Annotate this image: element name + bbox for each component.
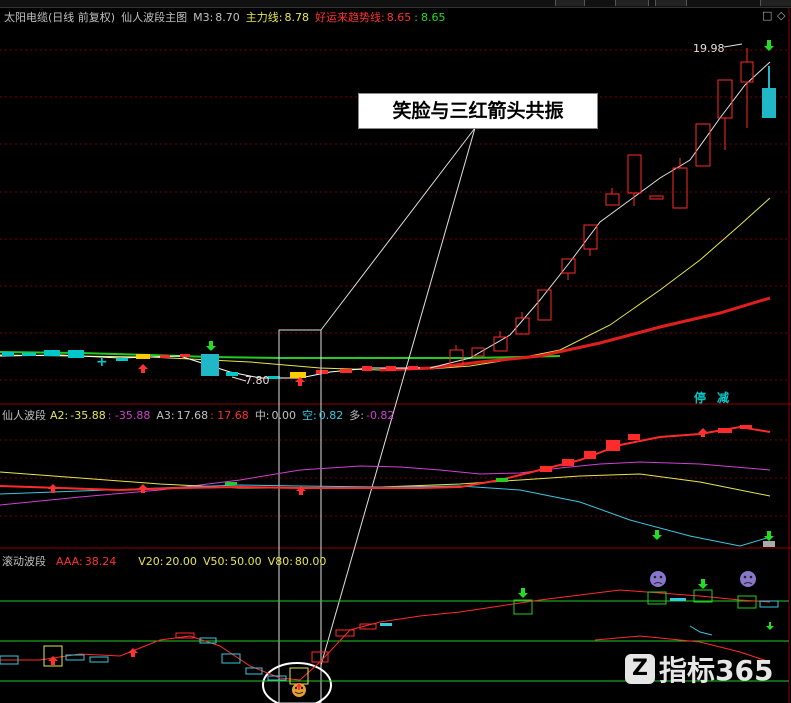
panel2-name: 仙人波段: [2, 409, 46, 422]
svg-text:+: +: [96, 354, 108, 370]
long-label: 多:: [349, 409, 364, 422]
panel3-title: 滚动波段 AAA: 38.24 V20: 20.00 V50: 50.00 V80: 80.00: [2, 553, 326, 569]
empty-label: 空:: [302, 409, 317, 422]
yellow-line-p2: [0, 471, 771, 497]
v20-label: V20:: [138, 555, 164, 568]
green-down-arrow-2: [764, 40, 774, 51]
a3-value2: : 17.68: [210, 409, 249, 422]
callout-label: 笑脸与三红箭头共振: [358, 93, 598, 129]
main-arrows: +: [96, 40, 774, 386]
green-down-arrow-1: [206, 341, 216, 351]
v50-label: V50:: [202, 555, 229, 568]
panel3-name: 滚动波段: [2, 555, 46, 568]
aaa-label: AAA:: [56, 555, 83, 568]
p3-green-down-arrow-3: [766, 622, 774, 630]
long-value: -0.82: [365, 409, 395, 422]
sad-face-icon-1: [650, 571, 666, 587]
watermark: Z 指标365: [625, 651, 773, 687]
a2-label: A2:: [50, 409, 69, 422]
high-price-label: 19.98: [693, 42, 725, 55]
smiley-face-icon: [292, 683, 306, 697]
mid-value: 0.00: [271, 409, 297, 422]
mid-label: 中:: [254, 409, 270, 422]
p3-green-down-arrow-2: [698, 579, 708, 589]
cyan-fragment: [689, 625, 713, 636]
callout-line-2: [320, 127, 476, 666]
v80-label: V80:: [267, 555, 293, 568]
flat-candles: [2, 350, 418, 379]
low-price-pointer: [231, 376, 247, 382]
watermark-logo-icon: Z: [625, 654, 655, 684]
last-candle: [762, 88, 776, 118]
v20-value: 20.00: [165, 555, 197, 568]
stop-tag: 停: [694, 391, 707, 405]
high-price-pointer: [723, 43, 743, 48]
low-price-label: 7.80: [245, 374, 270, 387]
callout-line-1: [320, 127, 476, 331]
magenta-line: [0, 461, 771, 506]
sad-face-icon-2: [740, 571, 756, 587]
panel2-title: 仙人波段 A2: -35.88: -35.88 A3: 17.68: 17.68 中: 0.…: [2, 407, 394, 423]
a3-value: 17.68: [176, 409, 209, 422]
yellow-ma-line: [0, 197, 771, 371]
watermark-text: 指标365: [659, 654, 774, 687]
red-ma-line: [379, 296, 771, 372]
reduce-tag: 减: [717, 391, 730, 405]
empty-value: 0.82: [318, 409, 344, 422]
a2-value2: : -35.88: [107, 409, 151, 422]
aaa-value: 38.24: [84, 555, 117, 568]
v80-value: 80.00: [294, 555, 327, 568]
a2-value: -35.88: [70, 409, 106, 422]
red-up-arrow-1: [138, 364, 148, 373]
a3-label: A3:: [156, 409, 175, 422]
v50-value: 50.00: [230, 555, 262, 568]
p3-green-down-arrow-1: [518, 588, 528, 598]
